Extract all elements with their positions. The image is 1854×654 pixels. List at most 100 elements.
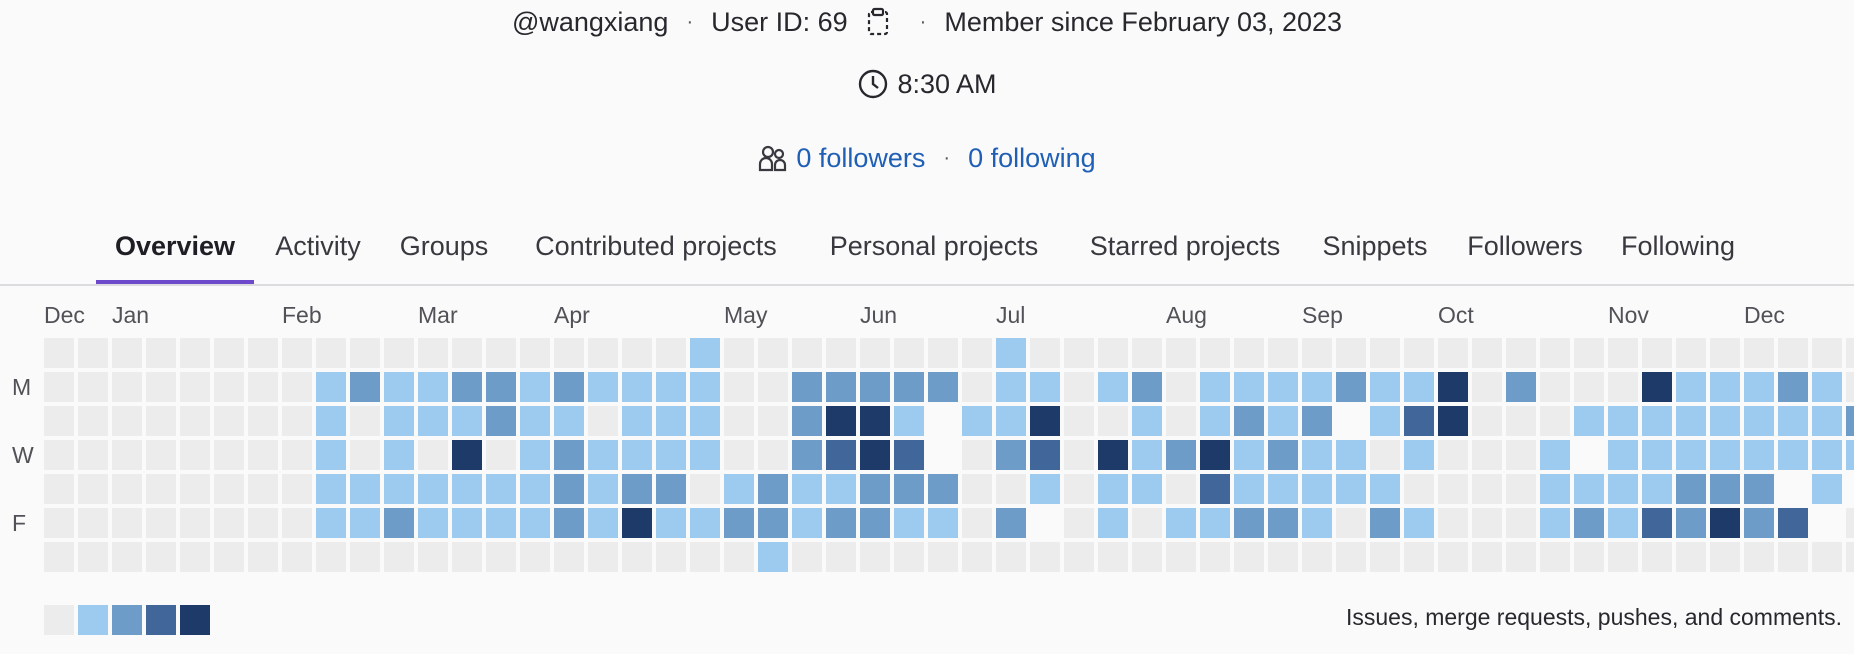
tab-personal-projects[interactable]: Personal projects	[818, 210, 1050, 282]
contribution-day-cell[interactable]	[996, 338, 1026, 368]
contribution-day-cell[interactable]	[1744, 474, 1774, 504]
contribution-day-cell[interactable]	[1404, 372, 1434, 402]
contribution-day-cell[interactable]	[1438, 440, 1468, 470]
contribution-day-cell[interactable]	[350, 406, 380, 436]
contribution-day-cell[interactable]	[928, 406, 958, 436]
contribution-day-cell[interactable]	[1710, 372, 1740, 402]
contribution-day-cell[interactable]	[248, 508, 278, 538]
contribution-day-cell[interactable]	[146, 508, 176, 538]
contribution-day-cell[interactable]	[792, 338, 822, 368]
contribution-day-cell[interactable]	[554, 372, 584, 402]
contribution-day-cell[interactable]	[962, 338, 992, 368]
contribution-day-cell[interactable]	[78, 338, 108, 368]
contribution-day-cell[interactable]	[996, 406, 1026, 436]
contribution-day-cell[interactable]	[1438, 508, 1468, 538]
contribution-day-cell[interactable]	[384, 406, 414, 436]
contribution-day-cell[interactable]	[826, 372, 856, 402]
contribution-day-cell[interactable]	[44, 440, 74, 470]
contribution-day-cell[interactable]	[1166, 372, 1196, 402]
contribution-day-cell[interactable]	[1030, 474, 1060, 504]
contribution-day-cell[interactable]	[588, 406, 618, 436]
contribution-day-cell[interactable]	[1234, 508, 1264, 538]
contribution-day-cell[interactable]	[860, 542, 890, 572]
contribution-day-cell[interactable]	[1098, 542, 1128, 572]
contribution-day-cell[interactable]	[1744, 406, 1774, 436]
contribution-day-cell[interactable]	[1506, 372, 1536, 402]
contribution-day-cell[interactable]	[1064, 474, 1094, 504]
contribution-day-cell[interactable]	[180, 508, 210, 538]
contribution-day-cell[interactable]	[350, 474, 380, 504]
contribution-day-cell[interactable]	[316, 440, 346, 470]
contribution-day-cell[interactable]	[282, 406, 312, 436]
contribution-day-cell[interactable]	[792, 372, 822, 402]
contribution-day-cell[interactable]	[588, 474, 618, 504]
contribution-day-cell[interactable]	[316, 508, 346, 538]
contribution-day-cell[interactable]	[1030, 440, 1060, 470]
contribution-day-cell[interactable]	[282, 372, 312, 402]
contribution-day-cell[interactable]	[1812, 508, 1842, 538]
contribution-day-cell[interactable]	[316, 406, 346, 436]
contribution-day-cell[interactable]	[486, 542, 516, 572]
contribution-day-cell[interactable]	[1302, 508, 1332, 538]
contribution-day-cell[interactable]	[1676, 406, 1706, 436]
contribution-day-cell[interactable]	[146, 474, 176, 504]
contribution-day-cell[interactable]	[1778, 474, 1808, 504]
contribution-day-cell[interactable]	[248, 372, 278, 402]
contribution-day-cell[interactable]	[1336, 508, 1366, 538]
tab-groups[interactable]: Groups	[392, 210, 496, 282]
contribution-day-cell[interactable]	[656, 372, 686, 402]
contribution-day-cell[interactable]	[1812, 542, 1842, 572]
contribution-day-cell[interactable]	[384, 508, 414, 538]
contribution-day-cell[interactable]	[1574, 372, 1604, 402]
contribution-day-cell[interactable]	[384, 440, 414, 470]
contribution-day-cell[interactable]	[78, 440, 108, 470]
contribution-day-cell[interactable]	[1540, 508, 1570, 538]
contribution-day-cell[interactable]	[1132, 440, 1162, 470]
contribution-day-cell[interactable]	[1302, 542, 1332, 572]
contribution-day-cell[interactable]	[656, 406, 686, 436]
contribution-day-cell[interactable]	[690, 338, 720, 368]
contribution-day-cell[interactable]	[1064, 508, 1094, 538]
contribution-day-cell[interactable]	[1744, 440, 1774, 470]
contribution-day-cell[interactable]	[1370, 508, 1400, 538]
contribution-day-cell[interactable]	[758, 542, 788, 572]
contribution-day-cell[interactable]	[588, 372, 618, 402]
contribution-day-cell[interactable]	[554, 474, 584, 504]
contribution-day-cell[interactable]	[1200, 338, 1230, 368]
contribution-day-cell[interactable]	[758, 338, 788, 368]
contribution-day-cell[interactable]	[1574, 542, 1604, 572]
contribution-day-cell[interactable]	[1676, 474, 1706, 504]
contribution-day-cell[interactable]	[1268, 372, 1298, 402]
contribution-day-cell[interactable]	[1370, 406, 1400, 436]
contribution-day-cell[interactable]	[282, 542, 312, 572]
contribution-day-cell[interactable]	[1608, 542, 1638, 572]
contribution-day-cell[interactable]	[1404, 542, 1434, 572]
contribution-day-cell[interactable]	[1540, 372, 1570, 402]
contribution-day-cell[interactable]	[1268, 542, 1298, 572]
contribution-day-cell[interactable]	[1166, 338, 1196, 368]
contribution-day-cell[interactable]	[1642, 338, 1672, 368]
contribution-day-cell[interactable]	[1030, 508, 1060, 538]
contribution-day-cell[interactable]	[1642, 440, 1672, 470]
contribution-day-cell[interactable]	[1540, 338, 1570, 368]
contribution-day-cell[interactable]	[486, 474, 516, 504]
contribution-day-cell[interactable]	[588, 508, 618, 538]
contribution-day-cell[interactable]	[452, 474, 482, 504]
contribution-day-cell[interactable]	[554, 440, 584, 470]
contribution-day-cell[interactable]	[520, 474, 550, 504]
contribution-day-cell[interactable]	[1676, 372, 1706, 402]
contribution-day-cell[interactable]	[1132, 542, 1162, 572]
contribution-day-cell[interactable]	[418, 474, 448, 504]
contribution-day-cell[interactable]	[622, 372, 652, 402]
contribution-day-cell[interactable]	[1778, 508, 1808, 538]
contribution-day-cell[interactable]	[1642, 542, 1672, 572]
contribution-day-cell[interactable]	[248, 474, 278, 504]
contribution-day-cell[interactable]	[214, 372, 244, 402]
contribution-day-cell[interactable]	[826, 406, 856, 436]
contribution-day-cell[interactable]	[1608, 338, 1638, 368]
contribution-day-cell[interactable]	[1506, 440, 1536, 470]
contribution-day-cell[interactable]	[112, 338, 142, 368]
contribution-day-cell[interactable]	[1506, 338, 1536, 368]
contribution-day-cell[interactable]	[1370, 440, 1400, 470]
contribution-day-cell[interactable]	[690, 508, 720, 538]
